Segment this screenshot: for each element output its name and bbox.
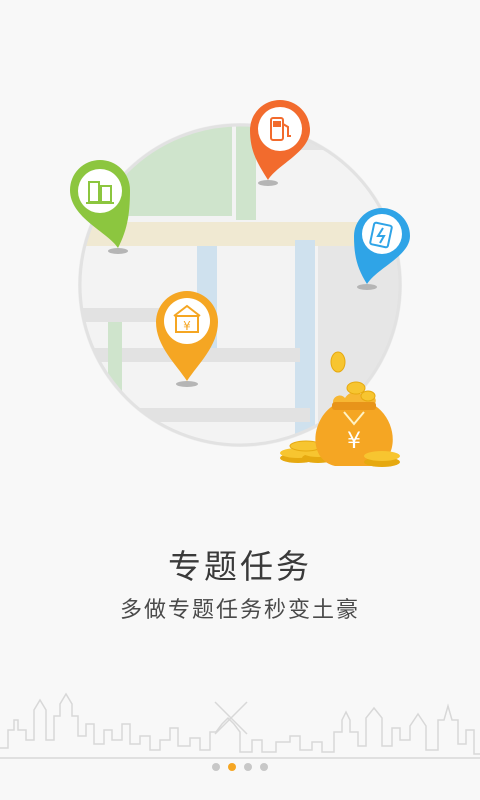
map-illustration: ¥ ¥ xyxy=(70,100,410,467)
page-title: 专题任务 xyxy=(168,547,312,586)
page-dot[interactable] xyxy=(260,763,268,771)
page-indicator xyxy=(0,763,480,773)
svg-text:¥: ¥ xyxy=(183,319,191,333)
svg-text:¥: ¥ xyxy=(347,429,361,454)
page-dot-active[interactable] xyxy=(228,763,236,771)
page-dot[interactable] xyxy=(244,763,252,771)
page-dot[interactable] xyxy=(212,763,220,771)
city-skyline-icon xyxy=(0,692,480,759)
page-subtitle: 多做专题任务秒变土豪 xyxy=(119,598,360,623)
